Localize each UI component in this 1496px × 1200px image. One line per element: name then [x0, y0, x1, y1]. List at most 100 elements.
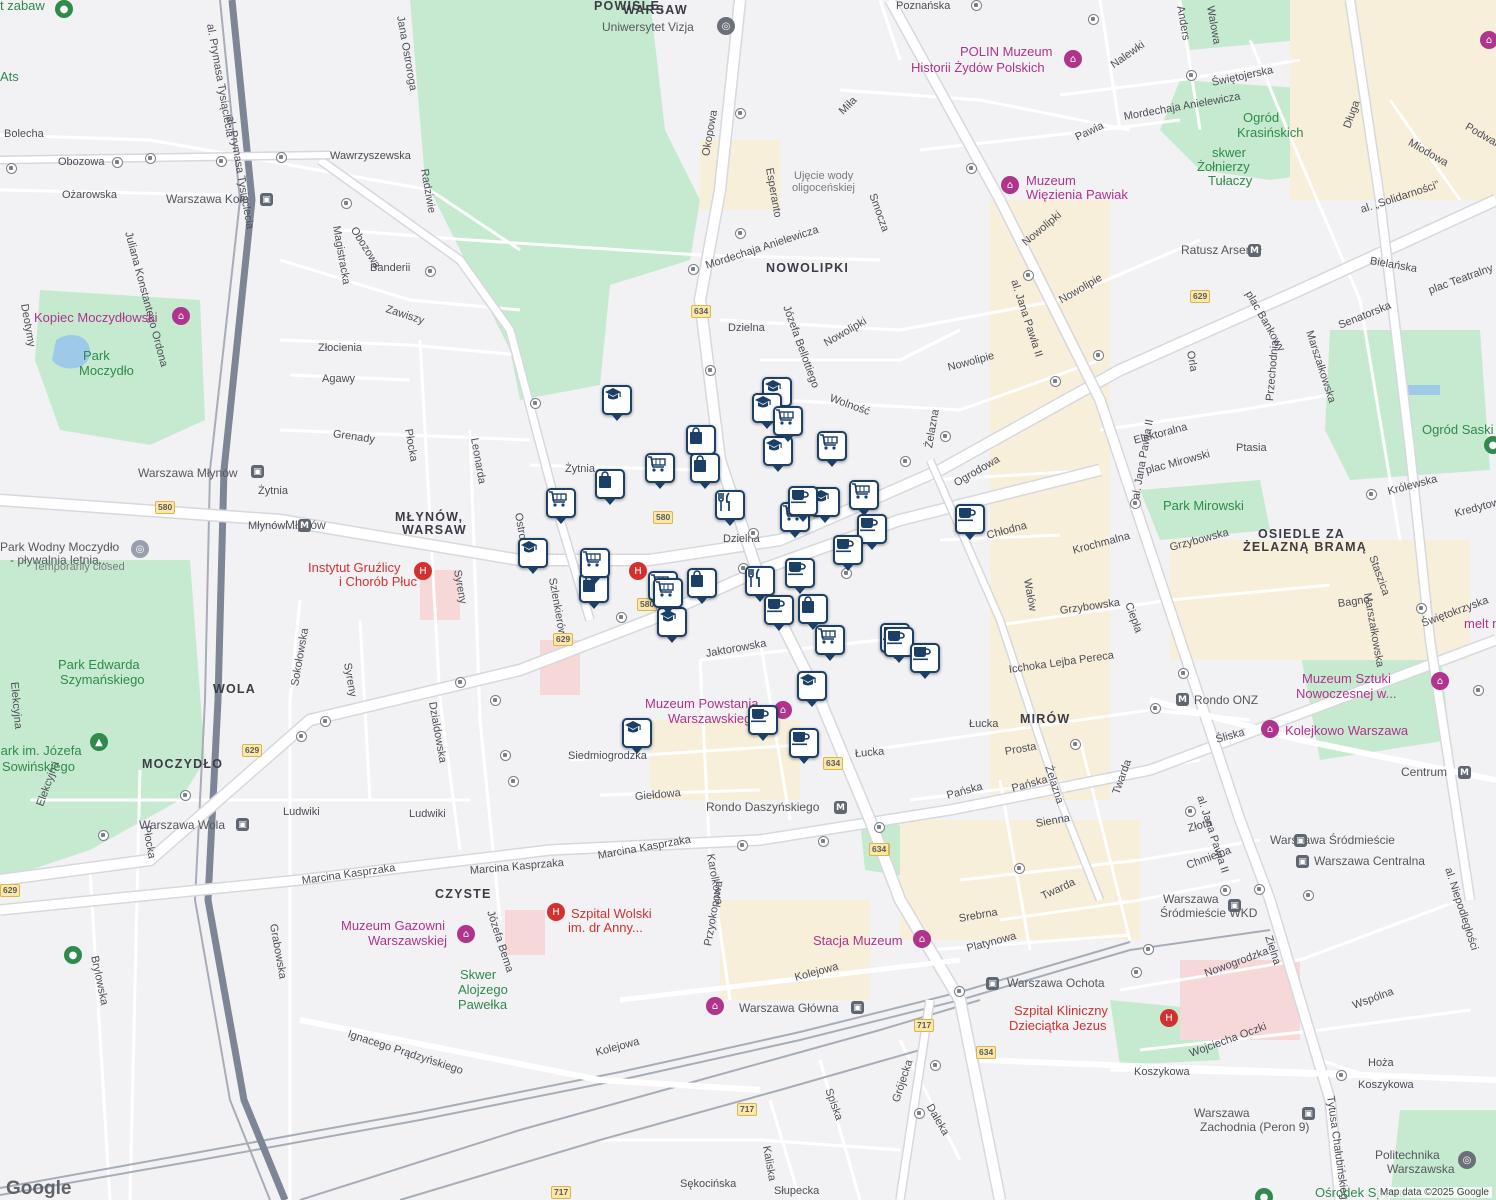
- transit-stop-icon[interactable]: [616, 612, 627, 623]
- poi-label[interactable]: Skwer: [460, 968, 496, 981]
- poi-label[interactable]: Więzienia Pawiak: [1026, 188, 1128, 201]
- poi-label[interactable]: Warszawa Główna: [739, 1002, 839, 1014]
- transit-stop-icon[interactable]: [954, 986, 965, 997]
- poi-label[interactable]: Ats: [0, 70, 19, 83]
- transit-stop-icon[interactable]: [1014, 863, 1025, 874]
- map-marker[interactable]: [910, 643, 940, 679]
- transit-stop-icon[interactable]: [1185, 806, 1196, 817]
- poi-label[interactable]: Instytut Gruźlicy: [308, 561, 400, 574]
- map-marker[interactable]: [745, 566, 775, 602]
- transit-stop-icon[interactable]: [1130, 498, 1141, 509]
- map-data-attribution[interactable]: Map data ©2025 Google: [1376, 1187, 1492, 1198]
- transit-stop-icon[interactable]: [914, 1108, 925, 1119]
- transit-stop-icon[interactable]: [1473, 685, 1484, 696]
- poi-label[interactable]: Pawełka: [458, 998, 507, 1011]
- poi-label[interactable]: Warszawa Ochota: [1007, 977, 1105, 989]
- map-marker[interactable]: [849, 480, 879, 516]
- train-station-icon[interactable]: ▣: [1302, 1107, 1315, 1120]
- poi-label[interactable]: Centrum: [1401, 766, 1447, 778]
- map-marker[interactable]: [785, 558, 815, 594]
- map-marker[interactable]: [817, 431, 847, 467]
- poi-label[interactable]: Park: [83, 349, 110, 362]
- poi-label[interactable]: Śródmieście WKD: [1160, 907, 1257, 919]
- transit-stop-icon[interactable]: [971, 0, 982, 11]
- museum-icon[interactable]: ⌂: [1480, 31, 1496, 49]
- map-marker[interactable]: [645, 453, 675, 489]
- transit-stop-icon[interactable]: [818, 836, 829, 847]
- park-icon[interactable]: ▲: [90, 733, 108, 751]
- poi-label[interactable]: Warszawskiej: [368, 934, 447, 947]
- train-station-icon[interactable]: ▣: [986, 977, 999, 990]
- transit-stop-icon[interactable]: [735, 108, 746, 119]
- poi-label[interactable]: skwer: [1212, 146, 1246, 159]
- museum-icon[interactable]: ⌂: [706, 997, 724, 1015]
- poi-label[interactable]: Krasińskich: [1237, 126, 1303, 139]
- poi-label[interactable]: Zachodnia (Peron 9): [1200, 1121, 1309, 1133]
- poi-label[interactable]: Kolejkowo Warszawa: [1285, 724, 1408, 737]
- poi-label[interactable]: Żołnierzy: [1197, 160, 1250, 173]
- transit-stop-icon[interactable]: [341, 198, 352, 209]
- transit-stop-icon[interactable]: [455, 677, 466, 688]
- transit-stop-icon[interactable]: [874, 822, 885, 833]
- museum-icon[interactable]: ⌂: [1064, 50, 1082, 68]
- train-station-icon[interactable]: ▣: [1296, 855, 1309, 868]
- transit-stop-icon[interactable]: [1303, 890, 1314, 901]
- transit-stop-icon[interactable]: [180, 790, 191, 801]
- transit-stop-icon[interactable]: [296, 731, 307, 742]
- transit-stop-icon[interactable]: [490, 695, 501, 706]
- sport-icon[interactable]: ●: [1255, 1188, 1273, 1200]
- transit-stop-icon[interactable]: [940, 431, 951, 442]
- metro-icon[interactable]: M: [1248, 244, 1261, 257]
- transit-stop-icon[interactable]: [1178, 668, 1189, 679]
- transit-stop-icon[interactable]: [276, 152, 287, 163]
- transit-stop-icon[interactable]: [145, 153, 156, 164]
- hospital-icon[interactable]: H: [414, 562, 432, 580]
- poi-label[interactable]: Nowoczesnej w...: [1296, 687, 1396, 700]
- metro-icon[interactable]: M: [1176, 693, 1189, 706]
- transit-stop-icon[interactable]: [748, 528, 759, 539]
- metro-icon[interactable]: M: [834, 801, 847, 814]
- poi-label[interactable]: Warszawa Młynów: [138, 467, 238, 479]
- poi-label[interactable]: Warszawa: [1194, 1107, 1250, 1119]
- hospital-icon[interactable]: H: [547, 903, 565, 921]
- transit-stop-icon[interactable]: [900, 456, 911, 467]
- poi-label[interactable]: Szpital Kliniczny: [1014, 1004, 1108, 1017]
- poi-label[interactable]: Tułaczy: [1208, 174, 1252, 187]
- transit-stop-icon[interactable]: [1070, 739, 1081, 750]
- map-marker[interactable]: [622, 718, 652, 754]
- poi-label[interactable]: Uniwersytet Vizja: [602, 21, 694, 33]
- poi-label[interactable]: Warszawa Śródmieście: [1270, 834, 1395, 846]
- map-marker[interactable]: [595, 469, 625, 505]
- transit-stop-icon[interactable]: [320, 716, 331, 727]
- museum-icon[interactable]: ⌂: [172, 307, 190, 325]
- train-station-icon[interactable]: ▣: [251, 465, 264, 478]
- transit-stop-icon[interactable]: [6, 163, 17, 174]
- poi-label[interactable]: Park Edwarda: [58, 658, 140, 671]
- map-marker[interactable]: [687, 568, 717, 604]
- poi-label[interactable]: Ogród: [1243, 111, 1279, 124]
- transit-stop-icon[interactable]: [1050, 376, 1061, 387]
- train-station-icon[interactable]: ▣: [260, 193, 273, 206]
- map-marker[interactable]: [748, 705, 778, 741]
- park-icon[interactable]: ●: [64, 946, 82, 964]
- poi-label[interactable]: Politechnika: [1375, 1149, 1440, 1161]
- map-canvas[interactable]: NOWOLIPKI MŁYNÓW, WARSAW OSIEDLE ZA ŻELAZNĄ …: [0, 0, 1496, 1200]
- transit-stop-icon[interactable]: [98, 830, 109, 841]
- transit-stop-icon[interactable]: [1336, 1070, 1347, 1081]
- museum-icon[interactable]: ⌂: [1001, 176, 1019, 194]
- poi-label[interactable]: Sowińskiego: [2, 760, 75, 773]
- poi-label[interactable]: Warszawska: [1387, 1163, 1455, 1175]
- transit-stop-icon[interactable]: [530, 398, 541, 409]
- map-marker[interactable]: [955, 504, 985, 540]
- map-marker[interactable]: [798, 594, 828, 630]
- train-station-icon[interactable]: ▣: [1228, 899, 1241, 912]
- transit-stop-icon[interactable]: [1093, 350, 1104, 361]
- map-marker[interactable]: [788, 486, 818, 522]
- transit-stop-icon[interactable]: [1023, 270, 1034, 281]
- transit-stop-icon[interactable]: [1088, 14, 1099, 25]
- transit-stop-icon[interactable]: [1150, 703, 1161, 714]
- poi-label[interactable]: Muzeum Powstania: [645, 697, 758, 710]
- poi-label[interactable]: Temporarily closed: [33, 561, 125, 573]
- transit-stop-icon[interactable]: [1254, 884, 1265, 895]
- map-marker[interactable]: [773, 406, 803, 442]
